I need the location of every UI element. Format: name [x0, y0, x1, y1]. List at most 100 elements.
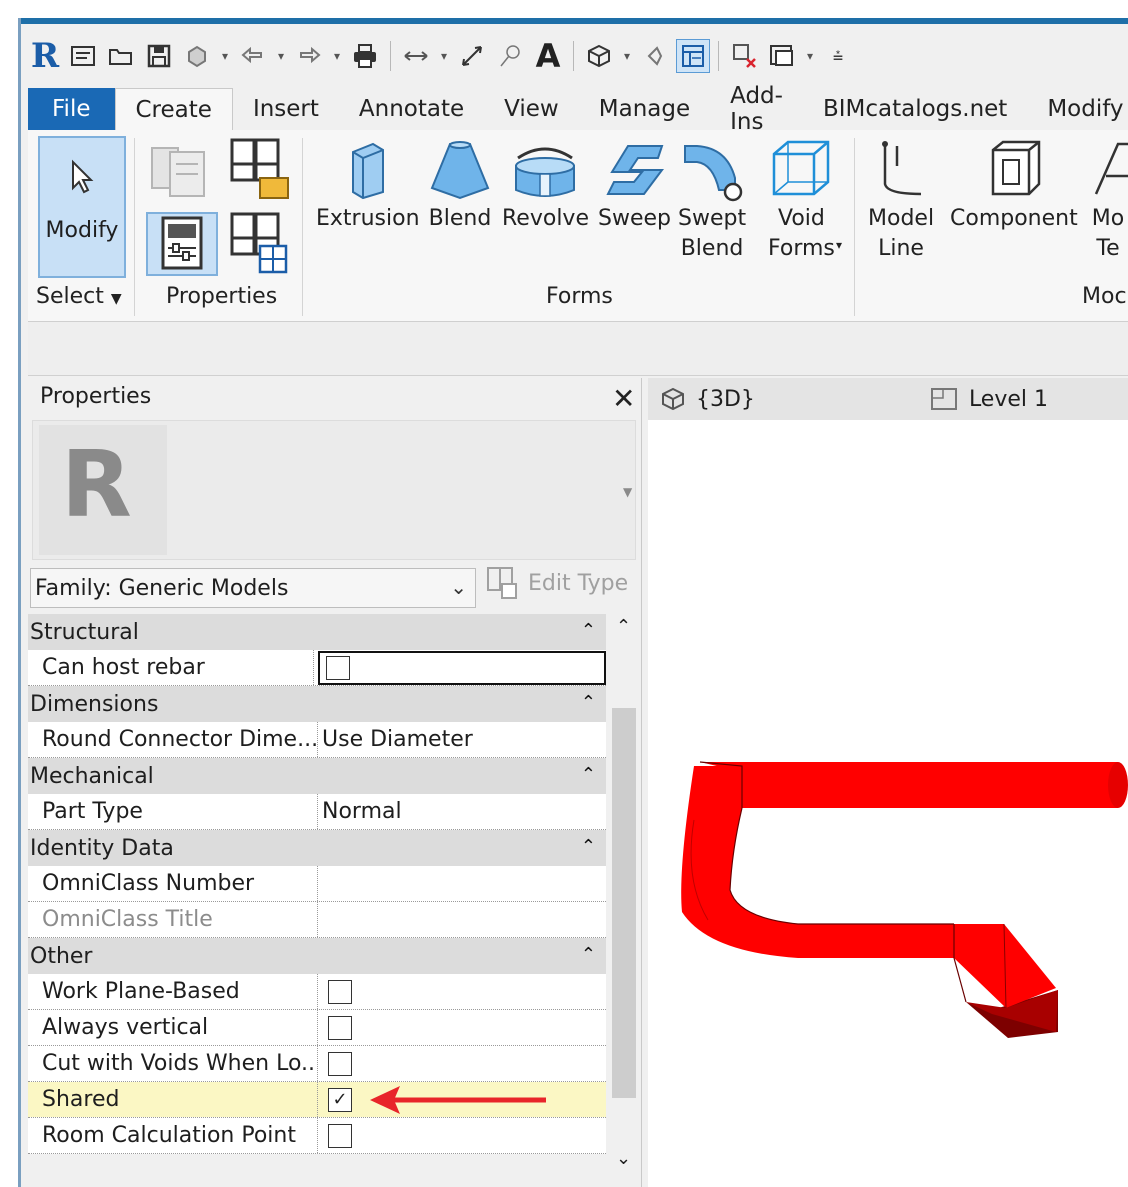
part-type-value[interactable]: Normal	[318, 794, 606, 829]
sync-dropdown-icon[interactable]: ▾	[218, 39, 232, 73]
component-button[interactable]: Component	[950, 134, 1078, 234]
omniclass-number-value[interactable]	[318, 866, 606, 901]
thin-lines-icon[interactable]	[676, 39, 710, 73]
home-icon[interactable]	[66, 39, 100, 73]
scroll-down-icon[interactable]: ⌄	[616, 1148, 631, 1169]
properties-grid: Structural ⌃ Can host rebar Dimensions ⌃…	[28, 614, 606, 1154]
blend-button[interactable]: Blend	[428, 134, 492, 234]
ribbon: Modify Select ▼ Properties Extrusion Ble…	[28, 130, 1128, 322]
close-hidden-windows-icon[interactable]	[727, 39, 761, 73]
tag-icon[interactable]	[493, 39, 527, 73]
text-icon[interactable]: A	[531, 37, 565, 75]
tab-manage[interactable]: Manage	[579, 88, 710, 130]
default-3d-view-icon[interactable]	[582, 39, 616, 73]
tab-view[interactable]: View	[484, 88, 579, 130]
group-dimensions[interactable]: Dimensions ⌃	[28, 686, 606, 722]
undo-dropdown-icon[interactable]: ▾	[274, 39, 288, 73]
group-mechanical[interactable]: Mechanical ⌃	[28, 758, 606, 794]
room-calculation-point-checkbox[interactable]	[328, 1123, 352, 1148]
tab-create[interactable]: Create	[114, 88, 233, 130]
tab-3d-view[interactable]: {3D}	[648, 386, 767, 412]
group-structural[interactable]: Structural ⌃	[28, 614, 606, 650]
extrusion-label: Extrusion	[316, 206, 420, 231]
modify-button[interactable]: Modify	[38, 136, 126, 278]
property-row: Room Calculation Point	[28, 1118, 606, 1154]
type-selector[interactable]: R ▼	[32, 420, 636, 560]
window-left-border	[18, 18, 21, 1187]
sweep-button[interactable]: Sweep	[598, 134, 671, 234]
group-identity-data[interactable]: Identity Data ⌃	[28, 830, 606, 866]
family-selector-label: Family: Generic Models	[35, 575, 289, 601]
aligned-dimension-icon[interactable]	[455, 39, 489, 73]
redo-dropdown-icon[interactable]: ▾	[330, 39, 344, 73]
3d-view-dropdown-icon[interactable]: ▾	[620, 39, 634, 73]
void-forms-icon	[773, 140, 830, 196]
properties-scrollbar[interactable]: ⌃ ⌄	[610, 614, 638, 1174]
3d-view-canvas[interactable]	[648, 420, 1128, 1187]
tab-add-ins[interactable]: Add-Ins	[710, 83, 803, 135]
quick-access-toolbar: R ▾ ▾ ▾ ▾ A ▾ ▾ ⩮	[28, 30, 1128, 82]
edit-type-button[interactable]: Edit Type	[486, 566, 628, 600]
switch-windows-dropdown-icon[interactable]: ▾	[803, 39, 817, 73]
type-dropdown-icon[interactable]: ▼	[623, 485, 632, 499]
section-icon[interactable]	[638, 39, 672, 73]
close-icon[interactable]: ✕	[612, 382, 635, 415]
scrollbar-thumb[interactable]	[612, 708, 636, 1098]
toolbar-separator	[390, 41, 391, 71]
work-plane-based-checkbox[interactable]	[328, 979, 352, 1004]
family-selector[interactable]: Family: Generic Models ⌄	[30, 568, 476, 608]
properties-panel-label: Properties	[166, 284, 278, 309]
model-line-label-2: Line	[878, 236, 924, 261]
collapse-icon[interactable]: ⌃	[581, 620, 596, 641]
measure-icon[interactable]	[399, 39, 433, 73]
tab-bimcatalogs[interactable]: BIMcatalogs.net	[803, 88, 1027, 130]
undo-icon[interactable]	[236, 39, 270, 73]
can-host-rebar-checkbox[interactable]	[326, 655, 350, 680]
family-category-button[interactable]	[148, 138, 212, 202]
tab-annotate[interactable]: Annotate	[339, 88, 484, 130]
type-properties-button[interactable]	[228, 210, 294, 278]
round-connector-value[interactable]: Use Diameter	[318, 722, 606, 757]
revit-logo[interactable]: R	[28, 36, 62, 76]
switch-windows-icon[interactable]	[765, 39, 799, 73]
cut-with-voids-checkbox[interactable]	[328, 1051, 352, 1076]
panel-separator	[854, 138, 855, 316]
collapse-icon[interactable]: ⌃	[581, 764, 596, 785]
can-host-rebar-field[interactable]	[318, 650, 606, 685]
save-icon[interactable]	[142, 39, 176, 73]
void-forms-dropdown-icon[interactable]: ▾	[836, 230, 842, 260]
collapse-icon[interactable]: ⌃	[581, 836, 596, 857]
select-panel-label[interactable]: Select ▼	[36, 284, 122, 309]
void-forms-label-1: Void	[778, 206, 825, 231]
tab-file[interactable]: File	[28, 88, 115, 130]
measure-dropdown-icon[interactable]: ▾	[437, 39, 451, 73]
sync-icon[interactable]	[180, 39, 214, 73]
property-row: OmniClass Number	[28, 866, 606, 902]
swept-blend-button[interactable]: Swept Blend	[678, 134, 746, 264]
swept-blend-icon	[684, 145, 743, 202]
redo-icon[interactable]	[292, 39, 326, 73]
model-text-button[interactable]: Mo Te	[1088, 134, 1128, 264]
collapse-icon[interactable]: ⌃	[581, 944, 596, 965]
void-forms-button[interactable]: Void Forms	[768, 134, 835, 264]
open-icon[interactable]	[104, 39, 138, 73]
revit-family-logo: R	[61, 431, 132, 538]
tab-level-1[interactable]: Level 1	[917, 386, 1060, 412]
customize-toolbar-icon[interactable]: ⩮	[821, 39, 855, 73]
group-other[interactable]: Other ⌃	[28, 938, 606, 974]
panel-separator	[302, 138, 303, 316]
properties-button[interactable]	[146, 212, 218, 276]
always-vertical-checkbox[interactable]	[328, 1015, 352, 1040]
tab-modify[interactable]: Modify	[1027, 88, 1128, 130]
family-category-icon	[151, 147, 205, 197]
family-types-button[interactable]	[228, 134, 294, 204]
print-icon[interactable]	[348, 39, 382, 73]
blend-icon	[430, 141, 490, 200]
shared-checkbox[interactable]: ✓	[328, 1087, 352, 1112]
tab-insert[interactable]: Insert	[233, 88, 339, 130]
scroll-up-icon[interactable]: ⌃	[616, 616, 631, 637]
model-line-button[interactable]: Model Line	[868, 134, 934, 264]
collapse-icon[interactable]: ⌃	[581, 692, 596, 713]
revolve-button[interactable]: Revolve	[502, 134, 589, 234]
extrusion-button[interactable]: Extrusion	[316, 134, 420, 234]
